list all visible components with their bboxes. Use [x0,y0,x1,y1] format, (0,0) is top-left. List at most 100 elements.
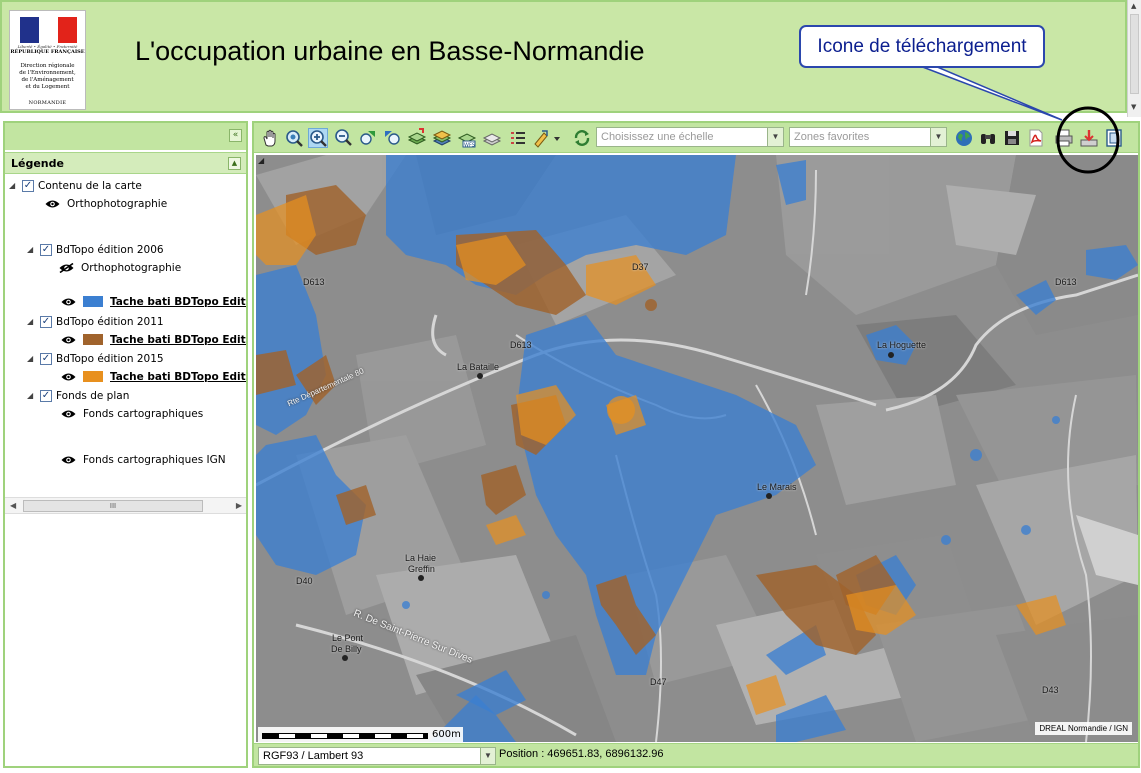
legend-collapse-button[interactable]: ▲ [228,157,241,170]
tree-leaf-fonds[interactable]: Fonds cartographiques [61,407,246,423]
wfs-icon[interactable]: WFS [457,128,477,149]
map-label: Le Pont [332,633,364,643]
scrollbar-thumb[interactable]: III [23,500,203,512]
map-label: D47 [650,677,667,687]
legend-horizontal-scrollbar[interactable]: ◀ III ▶ [5,497,246,514]
map-label: D43 [1042,685,1059,695]
status-bar: RGF93 / Lambert 93 ▼ Position : 469651.8… [254,743,1138,766]
add-layer-icon[interactable] [407,128,427,148]
marianne-flag-icon [20,17,77,43]
tree-leaf-orthophoto-hidden[interactable]: Orthophotographie [59,261,245,277]
place-dot [418,575,424,581]
export-icon[interactable] [1104,128,1124,148]
measure-icon[interactable] [482,128,502,148]
scroll-right-icon[interactable]: ▶ [236,501,242,510]
draw-icon[interactable] [532,128,562,148]
scroll-down-icon[interactable]: ▼ [1131,103,1136,111]
tree-leaf-tache-2011[interactable]: Tache bati BDTopo Edition [61,333,246,349]
expand-triangle-icon[interactable]: ◢ [27,317,33,326]
legend-panel: « Légende ▲ ◢ ✓ Contenu de la carte Orth… [3,121,248,768]
tree-node-2006[interactable]: ◢ ✓ BdTopo édition 2006 [27,243,245,259]
tree-leaf-link[interactable]: Tache bati BDTopo Edition [110,371,246,383]
pan-icon[interactable] [260,128,280,148]
projection-value: RGF93 / Lambert 93 [263,750,364,762]
zoom-in-icon[interactable] [308,128,328,148]
map-label: D613 [303,277,325,287]
globe-icon[interactable] [954,128,974,148]
scale-bar-graphic [262,733,428,739]
tree-node-label: Contenu de la carte [38,180,142,192]
map-label: D37 [632,262,649,272]
map-canvas[interactable]: ◢ D613 D37 D613 D613 La Bataille La Hogu… [256,155,1138,742]
chevron-down-icon[interactable]: ▼ [930,128,946,146]
zoom-out-icon[interactable] [334,128,354,148]
tree-leaf-label: Orthophotographie [81,262,182,274]
visibility-eye-icon[interactable] [61,297,76,307]
binoculars-icon[interactable] [978,128,998,148]
list-icon[interactable] [508,128,528,148]
map-label: D613 [510,340,532,350]
tree-leaf-link[interactable]: Tache bati BDTopo Edition [110,296,246,308]
chevron-down-icon[interactable]: ▼ [767,128,783,146]
expand-triangle-icon[interactable]: ◢ [27,245,33,254]
tree-node-label: BdTopo édition 2011 [56,316,164,328]
map-label: D40 [296,576,313,586]
visibility-eye-icon[interactable] [61,409,76,419]
tree-leaf-fonds-ign[interactable]: Fonds cartographiques IGN [61,453,246,469]
projection-select[interactable]: RGF93 / Lambert 93 ▼ [258,747,496,765]
tree-node-fonds[interactable]: ◢ ✓ Fonds de plan [27,389,245,405]
layer-checkbox[interactable]: ✓ [40,316,52,328]
map-label: Greffin [408,564,435,574]
visibility-eye-icon[interactable] [61,335,76,345]
expand-triangle-icon[interactable]: ◢ [27,354,33,363]
visibility-eye-icon[interactable] [45,199,60,209]
layers-icon[interactable] [432,128,452,148]
print-icon[interactable] [1054,128,1074,148]
favorite-zones-select[interactable]: Zones favorites ▼ [789,127,947,147]
tree-leaf-tache-2015[interactable]: Tache bati BDTopo Edition [61,370,246,386]
pdf-icon[interactable] [1026,128,1046,148]
save-icon[interactable] [1002,128,1022,148]
refresh-icon[interactable] [572,128,592,148]
scale-select-placeholder: Choisissez une échelle [601,131,714,143]
scrollbar-thumb[interactable] [1130,14,1139,94]
expand-triangle-icon[interactable]: ◢ [9,181,15,190]
legend-swatch-brown [83,334,103,345]
tree-leaf-link[interactable]: Tache bati BDTopo Edition [110,334,246,346]
tree-node-2015[interactable]: ◢ ✓ BdTopo édition 2015 [27,352,245,368]
tree-leaf-label: Orthophotographie [67,198,168,210]
hidden-eye-icon[interactable] [59,263,74,273]
layer-checkbox[interactable]: ✓ [40,353,52,365]
map-label: La Hoguette [877,340,927,350]
scroll-left-icon[interactable]: ◀ [10,501,16,510]
orthophoto-layer: ◢ [256,155,1138,742]
zoom-extent-icon[interactable] [284,128,304,148]
layer-checkbox[interactable]: ✓ [40,244,52,256]
logo-region: NORMANDIE [28,100,67,106]
tree-leaf-tache-2006[interactable]: Tache bati BDTopo Edition [61,295,246,311]
map-label: Le Marais [757,482,797,492]
tree-node-contenu[interactable]: ◢ ✓ Contenu de la carte [9,179,245,195]
layer-checkbox[interactable]: ✓ [40,390,52,402]
map-label: D613 [1055,277,1077,287]
scroll-up-icon[interactable]: ▲ [1131,2,1136,10]
tree-leaf-label: Fonds cartographiques IGN [83,454,226,466]
next-view-icon[interactable] [382,128,402,148]
layer-checkbox[interactable]: ✓ [22,180,34,192]
tree-leaf-orthophoto[interactable]: Orthophotographie [45,197,245,213]
scale-bar: 600m [258,727,463,742]
header-scrollbar[interactable]: ▲ ▼ [1127,0,1141,117]
tree-node-2011[interactable]: ◢ ✓ BdTopo édition 2011 [27,315,245,331]
scale-select[interactable]: Choisissez une échelle ▼ [596,127,784,147]
download-icon[interactable] [1079,128,1099,148]
visibility-eye-icon[interactable] [61,372,76,382]
previous-view-icon[interactable] [358,128,378,148]
svg-text:WFS: WFS [464,143,475,149]
expand-triangle-icon[interactable]: ◢ [27,391,33,400]
collapse-panel-button[interactable]: « [229,129,242,142]
visibility-eye-icon[interactable] [61,455,76,465]
prefecture-logo: Liberté • Égalité • Fraternité RÉPUBLIQU… [9,10,86,110]
legend-swatch-orange [83,371,103,382]
tree-node-label: BdTopo édition 2015 [56,353,164,365]
chevron-down-icon[interactable]: ▼ [480,748,495,764]
